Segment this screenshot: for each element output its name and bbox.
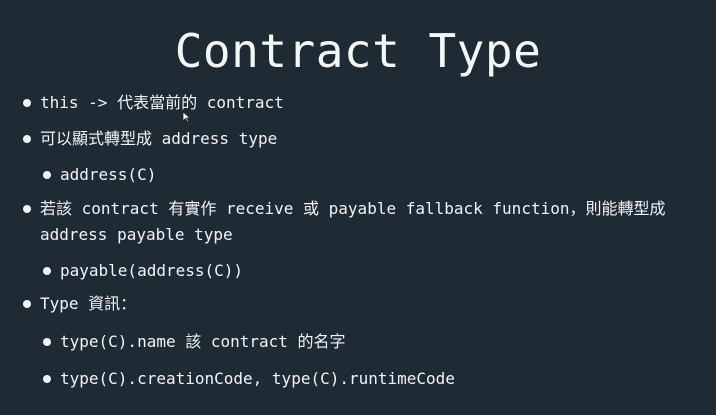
page-title: Contract Type [174,24,542,78]
list-item-type-info: Type 資訊： [23,291,136,317]
list-item-this: this -> 代表當前的 contract [23,90,284,116]
list-subitem-name: type(C).name 該 contract 的名字 [43,329,346,355]
list-item-label: type(C).name 該 contract 的名字 [60,332,346,351]
list-item-label: 若該 contract 有實作 receive 或 payable fallba… [40,199,666,244]
list-subitem-payable: payable(address(C)) [43,258,243,284]
list-item-label: this -> 代表當前的 contract [40,93,284,112]
bullet-icon [43,338,51,346]
mouse-cursor-icon [182,111,191,123]
bullet-icon [43,267,51,275]
bullet-icon [43,375,51,383]
list-item-label: type(C).creationCode, type(C).runtimeCod… [60,369,455,388]
list-subitem-code: type(C).creationCode, type(C).runtimeCod… [43,366,455,392]
list-item-label: address(C) [60,165,157,184]
bullet-icon [23,99,31,107]
bullet-icon [43,171,51,179]
list-item-label: payable(address(C)) [60,261,244,280]
list-item-cast: 可以顯式轉型成 address type [23,126,277,152]
list-item-label: 可以顯式轉型成 address type [40,129,278,148]
list-item-label: Type 資訊： [40,294,137,313]
bullet-icon [23,205,31,213]
slide: Contract Type this -> 代表當前的 contract 可以顯… [0,0,716,415]
list-item-receive: 若該 contract 有實作 receive 或 payable fallba… [23,196,710,248]
list-subitem-address: address(C) [43,162,156,188]
bullet-icon [23,300,31,308]
bullet-icon [23,135,31,143]
